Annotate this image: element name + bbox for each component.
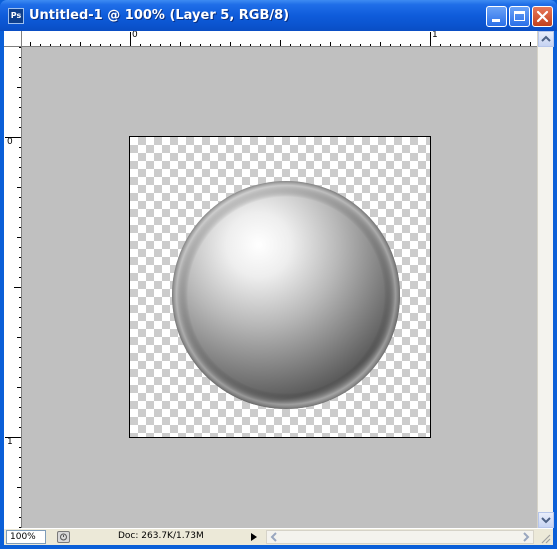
close-icon (536, 10, 549, 23)
status-info-icon[interactable] (57, 531, 70, 543)
horizontal-scrollbar[interactable] (266, 530, 534, 544)
horizontal-ruler-label-1: 1 (432, 31, 438, 40)
scroll-down-button[interactable] (538, 512, 554, 528)
ruler-origin-corner[interactable] (4, 31, 22, 47)
title-bar[interactable]: Ps Untitled-1 @ 100% (Layer 5, RGB/8) (0, 0, 557, 31)
sphere-layer[interactable] (130, 137, 430, 437)
zoom-level-field[interactable]: 100% (6, 530, 46, 544)
chevron-down-icon (541, 517, 551, 524)
vertical-ruler-ticks (5, 47, 21, 528)
arrow-right-icon[interactable] (247, 531, 261, 543)
document-window: Ps Untitled-1 @ 100% (Layer 5, RGB/8) 0 … (0, 0, 557, 549)
status-bar: 100% Doc: 263.7K/1.73M (4, 528, 553, 545)
vertical-scrollbar[interactable] (537, 31, 554, 528)
photoshop-app-icon[interactable]: Ps (8, 8, 24, 24)
horizontal-ruler-ticks (30, 32, 531, 46)
horizontal-ruler-label-0: 0 (132, 31, 138, 40)
chevron-up-icon (541, 35, 551, 42)
document-size-info: Doc: 263.7K/1.73M (118, 531, 204, 541)
horizontal-ruler[interactable]: 0 1 (22, 31, 537, 47)
vertical-ruler[interactable]: 0 1 (4, 47, 22, 528)
chevron-right-icon[interactable] (520, 531, 532, 543)
document-canvas[interactable] (129, 136, 431, 438)
window-title: Untitled-1 @ 100% (Layer 5, RGB/8) (29, 8, 290, 23)
vertical-ruler-label-0: 0 (7, 137, 13, 147)
maximize-icon (514, 11, 525, 21)
resize-grip-icon[interactable] (539, 532, 551, 544)
maximize-button[interactable] (509, 6, 530, 27)
vertical-ruler-label-1: 1 (7, 437, 13, 447)
minimize-button[interactable] (486, 6, 507, 27)
sphere-rim-highlight (172, 181, 400, 409)
canvas-pasteboard[interactable] (22, 47, 537, 528)
minimize-icon (492, 19, 500, 22)
close-button[interactable] (532, 6, 553, 27)
scroll-up-button[interactable] (538, 31, 554, 47)
chevron-left-icon[interactable] (268, 531, 280, 543)
